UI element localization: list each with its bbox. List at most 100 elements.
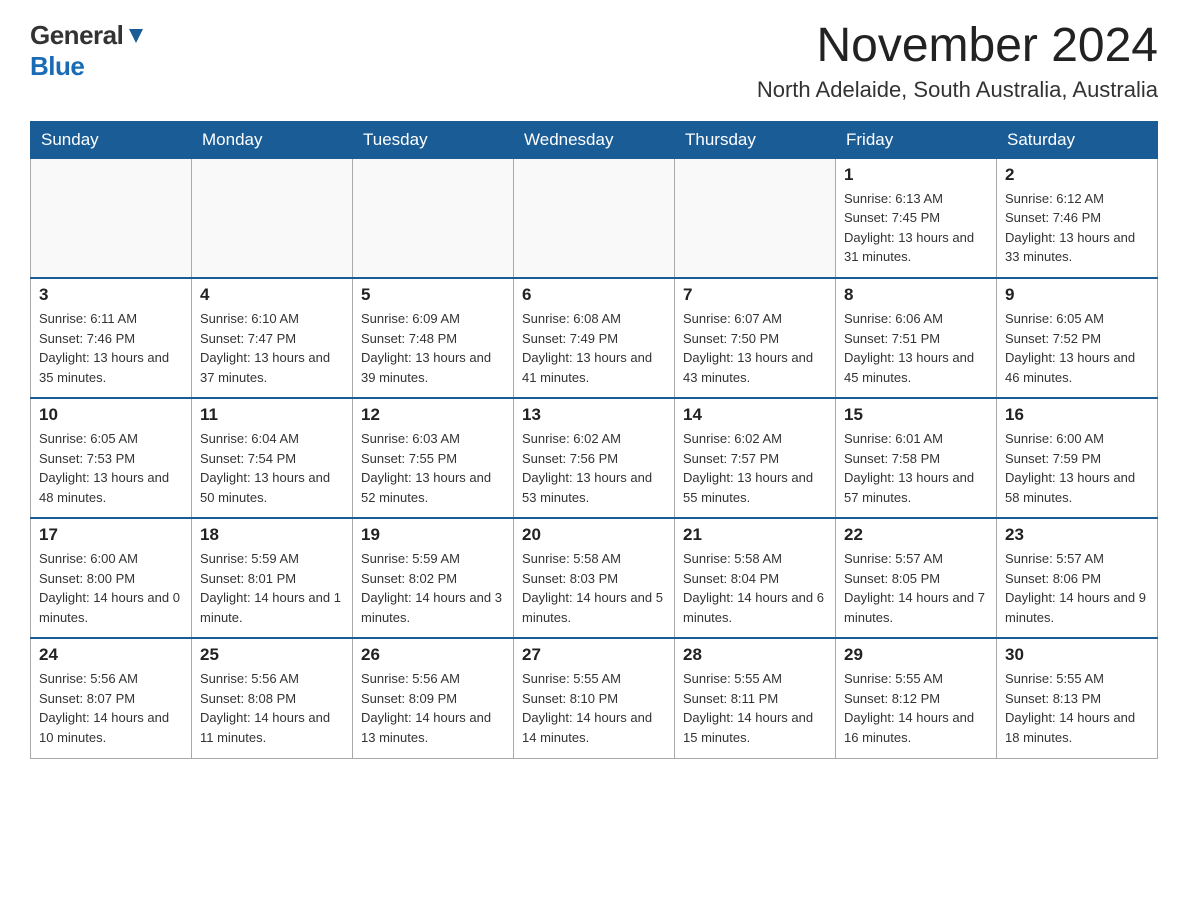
day-number: 19 xyxy=(361,525,505,545)
day-info: Sunrise: 6:05 AMSunset: 7:52 PMDaylight:… xyxy=(1005,309,1149,387)
day-info: Sunrise: 6:00 AMSunset: 8:00 PMDaylight:… xyxy=(39,549,183,627)
calendar-cell: 3 Sunrise: 6:11 AMSunset: 7:46 PMDaylight… xyxy=(31,278,192,398)
calendar-cell xyxy=(514,158,675,278)
day-info: Sunrise: 5:57 AMSunset: 8:05 PMDaylight:… xyxy=(844,549,988,627)
header-thursday: Thursday xyxy=(675,121,836,158)
day-info: Sunrise: 6:02 AMSunset: 7:57 PMDaylight:… xyxy=(683,429,827,507)
day-number: 7 xyxy=(683,285,827,305)
calendar-header-row: Sunday Monday Tuesday Wednesday Thursday… xyxy=(31,121,1158,158)
logo-general-text: General xyxy=(30,20,147,51)
calendar-cell xyxy=(192,158,353,278)
calendar-cell: 24 Sunrise: 5:56 AMSunset: 8:07 PMDayligh… xyxy=(31,638,192,758)
day-number: 23 xyxy=(1005,525,1149,545)
calendar-cell: 12 Sunrise: 6:03 AMSunset: 7:55 PMDayligh… xyxy=(353,398,514,518)
day-info: Sunrise: 5:58 AMSunset: 8:03 PMDaylight:… xyxy=(522,549,666,627)
page-header: General Blue November 2024 North Adelaid… xyxy=(30,20,1158,103)
calendar-cell xyxy=(353,158,514,278)
day-number: 10 xyxy=(39,405,183,425)
calendar-cell: 18Sunrise: 5:59 AMSunset: 8:01 PMDayligh… xyxy=(192,518,353,638)
calendar-cell: 4 Sunrise: 6:10 AMSunset: 7:47 PMDaylight… xyxy=(192,278,353,398)
calendar-cell: 2 Sunrise: 6:12 AMSunset: 7:46 PMDaylight… xyxy=(997,158,1158,278)
calendar-cell: 28 Sunrise: 5:55 AMSunset: 8:11 PMDayligh… xyxy=(675,638,836,758)
calendar-cell xyxy=(31,158,192,278)
calendar-cell: 25Sunrise: 5:56 AMSunset: 8:08 PMDayligh… xyxy=(192,638,353,758)
calendar-cell: 1 Sunrise: 6:13 AMSunset: 7:45 PMDaylight… xyxy=(836,158,997,278)
title-block: November 2024 North Adelaide, South Aust… xyxy=(757,20,1158,103)
day-info: Sunrise: 5:59 AMSunset: 8:02 PMDaylight:… xyxy=(361,549,505,627)
calendar-cell: 30Sunrise: 5:55 AMSunset: 8:13 PMDayligh… xyxy=(997,638,1158,758)
header-monday: Monday xyxy=(192,121,353,158)
calendar-cell: 10 Sunrise: 6:05 AMSunset: 7:53 PMDayligh… xyxy=(31,398,192,518)
location-title: North Adelaide, South Australia, Austral… xyxy=(757,77,1158,103)
day-info: Sunrise: 6:12 AMSunset: 7:46 PMDaylight:… xyxy=(1005,189,1149,267)
calendar-cell: 14 Sunrise: 6:02 AMSunset: 7:57 PMDayligh… xyxy=(675,398,836,518)
calendar-cell: 21Sunrise: 5:58 AMSunset: 8:04 PMDayligh… xyxy=(675,518,836,638)
calendar-cell: 13 Sunrise: 6:02 AMSunset: 7:56 PMDayligh… xyxy=(514,398,675,518)
day-number: 6 xyxy=(522,285,666,305)
header-saturday: Saturday xyxy=(997,121,1158,158)
day-number: 17 xyxy=(39,525,183,545)
day-info: Sunrise: 6:01 AMSunset: 7:58 PMDaylight:… xyxy=(844,429,988,507)
day-number: 12 xyxy=(361,405,505,425)
day-info: Sunrise: 6:08 AMSunset: 7:49 PMDaylight:… xyxy=(522,309,666,387)
calendar-cell: 27Sunrise: 5:55 AMSunset: 8:10 PMDayligh… xyxy=(514,638,675,758)
day-number: 2 xyxy=(1005,165,1149,185)
day-number: 3 xyxy=(39,285,183,305)
day-number: 24 xyxy=(39,645,183,665)
calendar-cell: 7 Sunrise: 6:07 AMSunset: 7:50 PMDaylight… xyxy=(675,278,836,398)
day-number: 4 xyxy=(200,285,344,305)
logo: General Blue xyxy=(30,20,147,82)
calendar-cell: 11 Sunrise: 6:04 AMSunset: 7:54 PMDayligh… xyxy=(192,398,353,518)
header-sunday: Sunday xyxy=(31,121,192,158)
day-number: 30 xyxy=(1005,645,1149,665)
calendar-cell: 26 Sunrise: 5:56 AMSunset: 8:09 PMDayligh… xyxy=(353,638,514,758)
day-info: Sunrise: 6:13 AMSunset: 7:45 PMDaylight:… xyxy=(844,189,988,267)
day-number: 1 xyxy=(844,165,988,185)
month-title: November 2024 xyxy=(757,20,1158,73)
day-info: Sunrise: 5:59 AMSunset: 8:01 PMDaylight:… xyxy=(200,549,344,627)
day-info: Sunrise: 6:03 AMSunset: 7:55 PMDaylight:… xyxy=(361,429,505,507)
day-number: 5 xyxy=(361,285,505,305)
calendar-table: Sunday Monday Tuesday Wednesday Thursday… xyxy=(30,121,1158,759)
calendar-cell: 6 Sunrise: 6:08 AMSunset: 7:49 PMDaylight… xyxy=(514,278,675,398)
calendar-cell: 15 Sunrise: 6:01 AMSunset: 7:58 PMDayligh… xyxy=(836,398,997,518)
calendar-cell: 29 Sunrise: 5:55 AMSunset: 8:12 PMDayligh… xyxy=(836,638,997,758)
day-number: 26 xyxy=(361,645,505,665)
day-info: Sunrise: 5:56 AMSunset: 8:09 PMDaylight:… xyxy=(361,669,505,747)
day-number: 13 xyxy=(522,405,666,425)
day-info: Sunrise: 6:10 AMSunset: 7:47 PMDaylight:… xyxy=(200,309,344,387)
calendar-cell xyxy=(675,158,836,278)
logo-triangle-icon xyxy=(125,25,147,47)
day-info: Sunrise: 5:55 AMSunset: 8:11 PMDaylight:… xyxy=(683,669,827,747)
day-number: 8 xyxy=(844,285,988,305)
calendar-cell: 19 Sunrise: 5:59 AMSunset: 8:02 PMDayligh… xyxy=(353,518,514,638)
day-info: Sunrise: 6:04 AMSunset: 7:54 PMDaylight:… xyxy=(200,429,344,507)
day-number: 15 xyxy=(844,405,988,425)
day-info: Sunrise: 6:05 AMSunset: 7:53 PMDaylight:… xyxy=(39,429,183,507)
calendar-cell: 9 Sunrise: 6:05 AMSunset: 7:52 PMDaylight… xyxy=(997,278,1158,398)
day-number: 9 xyxy=(1005,285,1149,305)
day-info: Sunrise: 5:58 AMSunset: 8:04 PMDaylight:… xyxy=(683,549,827,627)
calendar-cell: 5Sunrise: 6:09 AMSunset: 7:48 PMDaylight… xyxy=(353,278,514,398)
calendar-cell: 20 Sunrise: 5:58 AMSunset: 8:03 PMDayligh… xyxy=(514,518,675,638)
calendar-cell: 17 Sunrise: 6:00 AMSunset: 8:00 PMDayligh… xyxy=(31,518,192,638)
day-info: Sunrise: 5:55 AMSunset: 8:12 PMDaylight:… xyxy=(844,669,988,747)
day-info: Sunrise: 5:56 AMSunset: 8:07 PMDaylight:… xyxy=(39,669,183,747)
day-number: 20 xyxy=(522,525,666,545)
day-info: Sunrise: 6:02 AMSunset: 7:56 PMDaylight:… xyxy=(522,429,666,507)
day-info: Sunrise: 6:00 AMSunset: 7:59 PMDaylight:… xyxy=(1005,429,1149,507)
day-number: 28 xyxy=(683,645,827,665)
calendar-cell: 16Sunrise: 6:00 AMSunset: 7:59 PMDayligh… xyxy=(997,398,1158,518)
day-info: Sunrise: 6:11 AMSunset: 7:46 PMDaylight:… xyxy=(39,309,183,387)
day-info: Sunrise: 5:57 AMSunset: 8:06 PMDaylight:… xyxy=(1005,549,1149,627)
day-info: Sunrise: 5:56 AMSunset: 8:08 PMDaylight:… xyxy=(200,669,344,747)
day-number: 11 xyxy=(200,405,344,425)
day-number: 29 xyxy=(844,645,988,665)
day-number: 14 xyxy=(683,405,827,425)
day-info: Sunrise: 6:07 AMSunset: 7:50 PMDaylight:… xyxy=(683,309,827,387)
header-tuesday: Tuesday xyxy=(353,121,514,158)
calendar-cell: 22Sunrise: 5:57 AMSunset: 8:05 PMDayligh… xyxy=(836,518,997,638)
header-friday: Friday xyxy=(836,121,997,158)
calendar-cell: 8Sunrise: 6:06 AMSunset: 7:51 PMDaylight… xyxy=(836,278,997,398)
day-info: Sunrise: 5:55 AMSunset: 8:10 PMDaylight:… xyxy=(522,669,666,747)
